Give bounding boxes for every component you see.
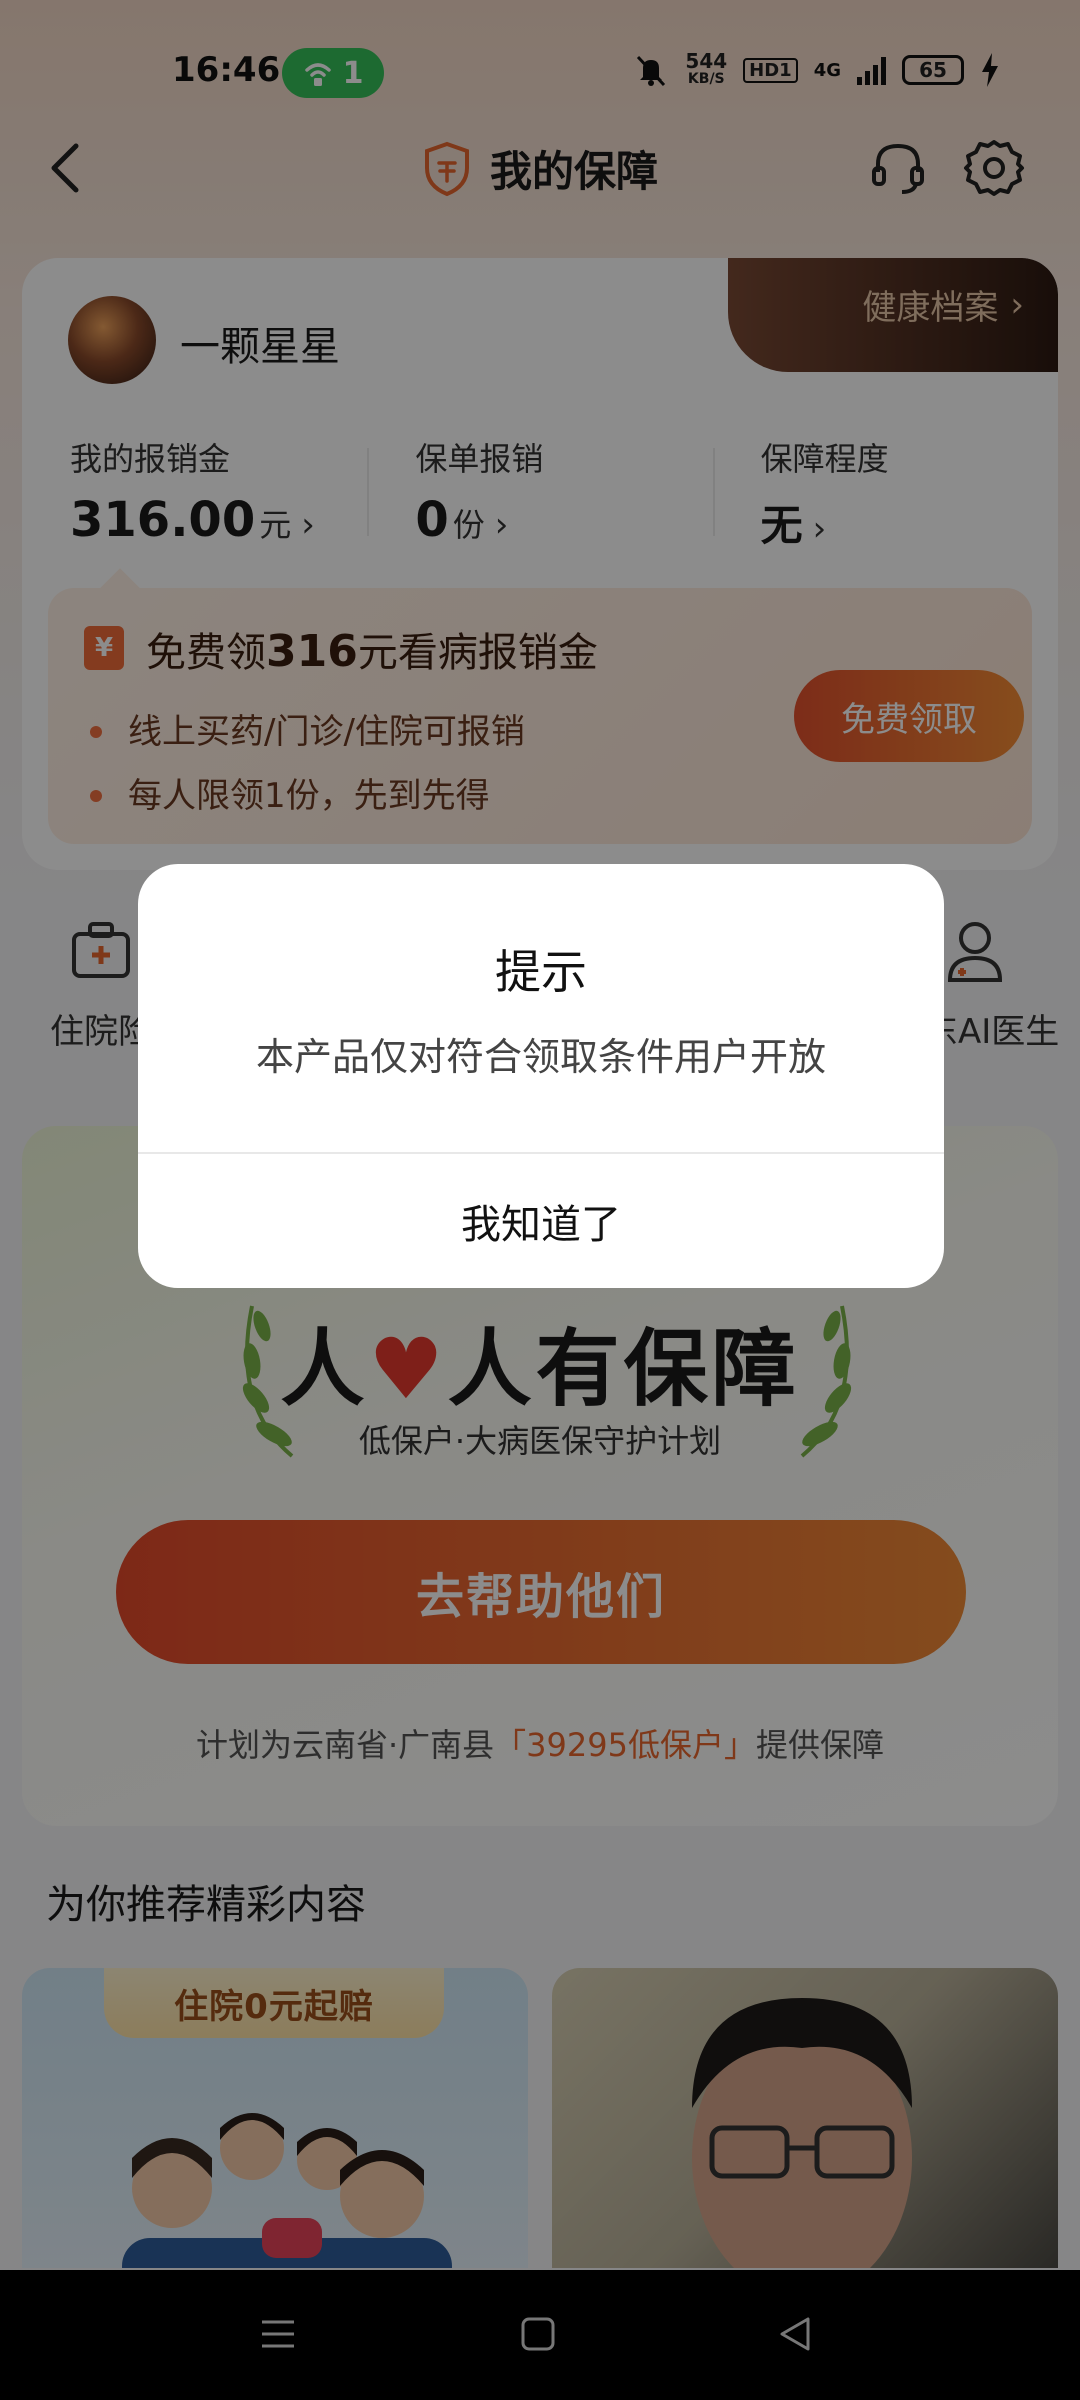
alert-dialog: 提示 本产品仅对符合领取条件用户开放 我知道了 — [138, 864, 944, 1288]
back-nav-icon[interactable] — [776, 2314, 816, 2354]
menu-icon[interactable] — [258, 2314, 298, 2354]
system-nav-bar — [0, 2270, 1080, 2400]
dialog-title: 提示 — [495, 945, 587, 999]
dialog-message: 本产品仅对符合领取条件用户开放 — [255, 1035, 826, 1079]
dialog-confirm-button[interactable]: 我知道了 — [138, 1154, 944, 1288]
app-page: 16:46 1 544 KB/S HD1 4G 65 我的保障 健康档案 › 一… — [0, 0, 1080, 2400]
home-icon[interactable] — [518, 2314, 558, 2354]
